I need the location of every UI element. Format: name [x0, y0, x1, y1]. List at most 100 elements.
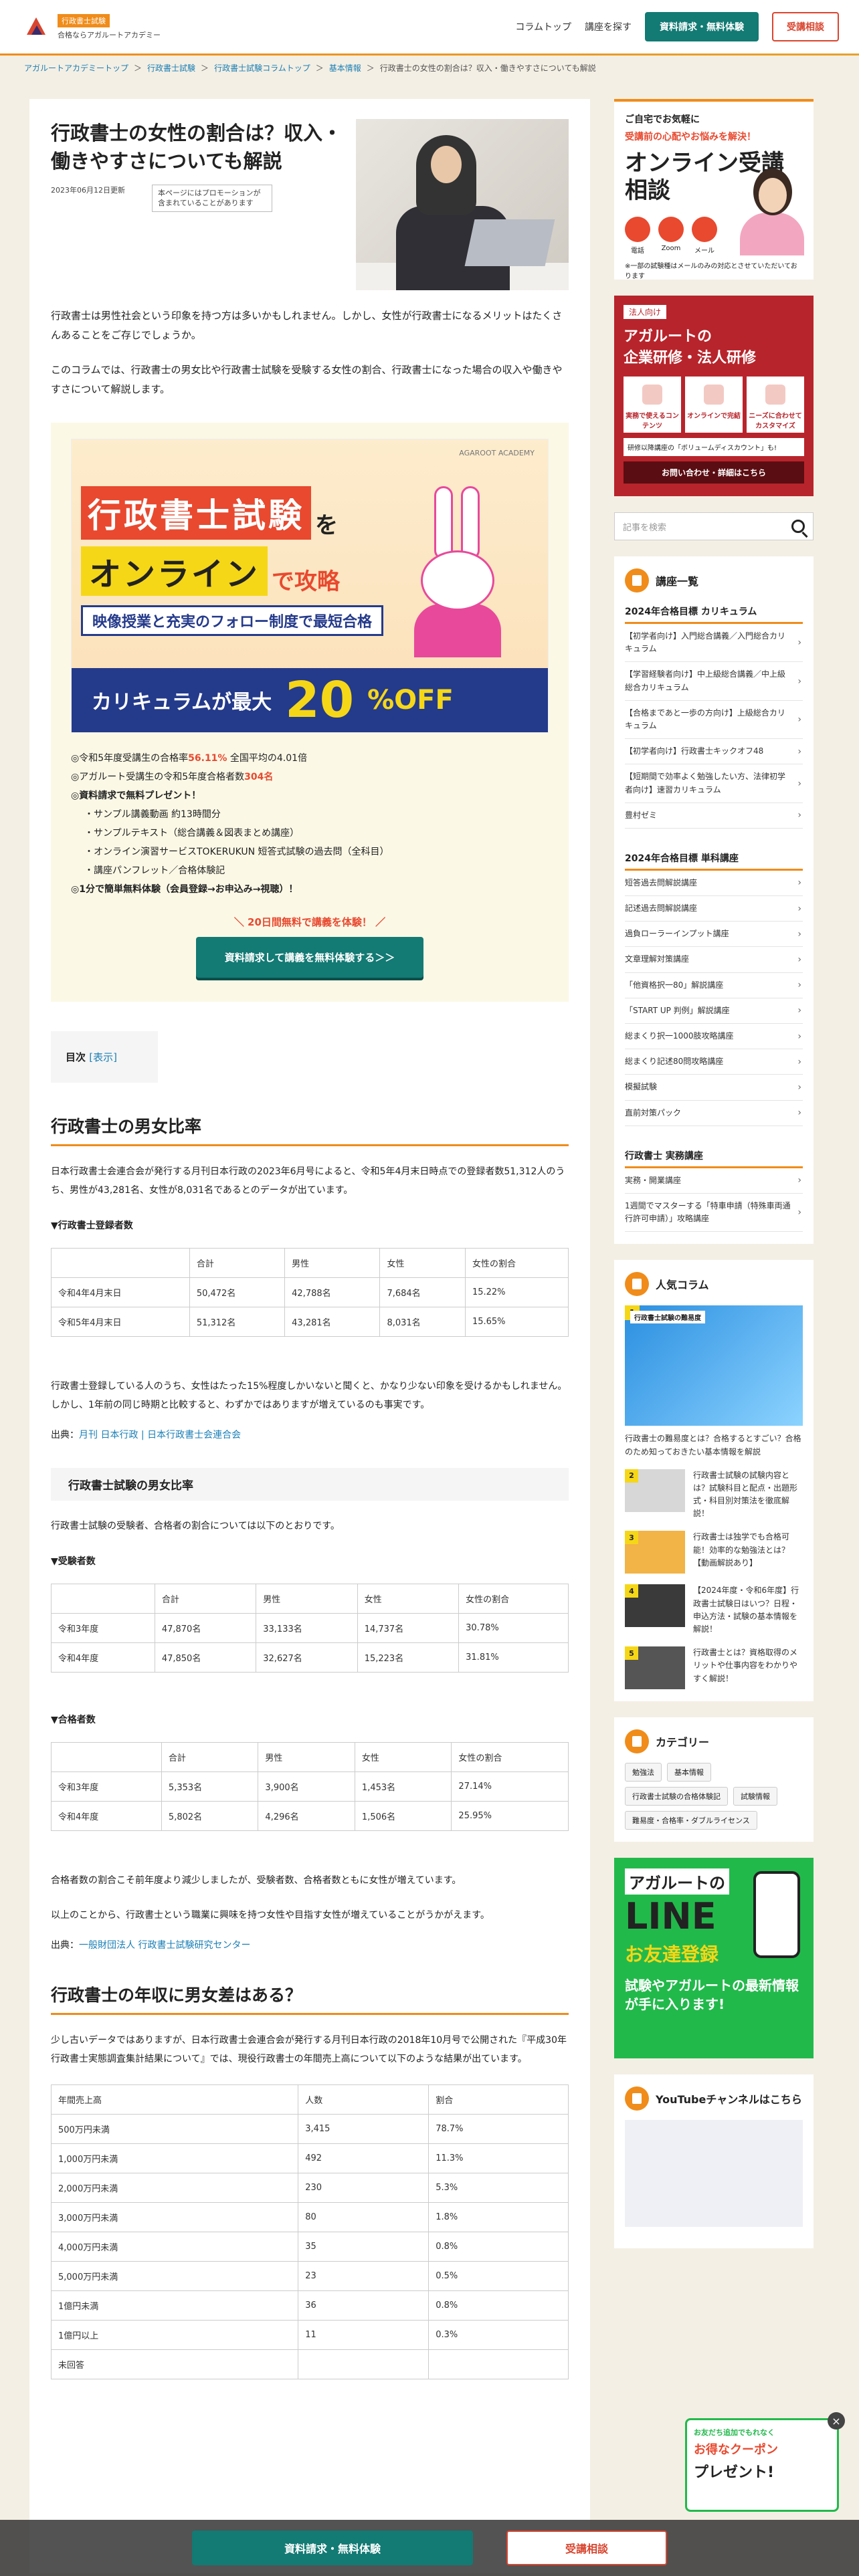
category-tag[interactable]: 試験情報 — [733, 1787, 777, 1806]
breadcrumb-current: 行政書士の女性の割合は？収入・働きやすさについても解説 — [379, 64, 596, 73]
source-link[interactable]: 一般財団法人 行政書士試験研究センター — [79, 1940, 250, 1951]
table-row: 未回答 — [50, 2349, 569, 2379]
table-row: 合計 男性 女性 女性の割合 — [51, 1248, 569, 1278]
course-link[interactable]: 「他資格択一80」解説講座 — [625, 973, 803, 998]
nav-find-course[interactable]: 講座を探す — [585, 20, 632, 33]
course-link[interactable]: 記述過去問解説講座 — [625, 896, 803, 922]
course-link[interactable]: 模擬試験 — [625, 1075, 803, 1101]
course-link[interactable]: 直前対策パック — [625, 1101, 803, 1126]
course-link[interactable]: 【初学者向け】入門総合講義／入門総合カリキュラム — [625, 624, 803, 663]
nav-column-top[interactable]: コラムトップ — [515, 20, 571, 33]
course-link[interactable]: 総まくり択一1000肢攻略講座 — [625, 1024, 803, 1050]
line-friend-banner[interactable]: アガルートの LINE お友達登録 試験やアガルートの最新情報が手に入ります! — [614, 1858, 814, 2059]
category-tag[interactable]: 基本情報 — [667, 1763, 711, 1782]
breadcrumb-item[interactable]: 行政書士試験 — [147, 62, 195, 74]
table-row: 令和4年度 5,802名 4,296名 1,506名 25.95% — [51, 1801, 569, 1831]
table-row: 3,000万円未満 80 1.8% — [50, 2202, 569, 2232]
consultant-illustration — [740, 169, 804, 255]
online-consult-banner[interactable]: ご自宅でお気軽に 受講前の心配やお悩みを解決！ オンライン受講相談 電話 Zoo… — [614, 99, 814, 280]
course-link[interactable]: 過負ローラーインプット講座 — [625, 922, 803, 948]
lead-paragraph: このコラムでは、行政書士の男女比や行政書士試験を受験する女性の割合、行政書士にな… — [51, 364, 563, 395]
table-row: 2,000万円未満 230 5.3% — [50, 2173, 569, 2203]
mail-icon — [692, 216, 717, 242]
ad-banner[interactable]: AGAROOT ACADEMY 行政書士試験 を オンライン で攻略 映像授業と… — [71, 439, 549, 733]
search-icon[interactable] — [791, 520, 805, 533]
course-link[interactable]: 文章理解対策講座 — [625, 947, 803, 973]
popular-column-item[interactable]: 5 行政書士とは？資格取得のメリットや仕事内容をわかりやすく解説！ — [625, 1646, 803, 1690]
fixed-request-button[interactable]: 資料請求・無料体験 — [192, 2531, 473, 2565]
table-row: 令和5年4月末日 51,312名 43,281名 8,031名 15.65% — [51, 1307, 569, 1337]
breadcrumb: アガルートアカデミートップ＞ 行政書士試験＞ 行政書士試験コラムトップ＞ 基本情… — [24, 62, 596, 74]
feature-box: 実務で使えるコンテンツ — [624, 377, 681, 433]
breadcrumb-item[interactable]: 基本情報 — [329, 62, 361, 74]
lead-paragraph: 行政書士は男性社会という印象を持つ方は多いかもしれません。しかし、女性が行政書士… — [51, 310, 563, 341]
course-ad: AGAROOT ACADEMY 行政書士試験 を オンライン で攻略 映像授業と… — [51, 423, 569, 1002]
breadcrumb-item[interactable]: アガルートアカデミートップ — [24, 62, 128, 74]
phone-icon — [625, 216, 650, 242]
category-tag[interactable]: 行政書士試験の合格体験記 — [625, 1787, 728, 1806]
course-link[interactable]: 【短期間で効率よく勉強したい方、法律初学者向け】速習カリキュラム — [625, 764, 803, 803]
ad-discount-number: 20 — [285, 671, 355, 729]
registrants-table: 合計 男性 女性 女性の割合 令和4年4月末日 50,472名 42,788名 7,684名… — [51, 1248, 569, 1337]
category-tag[interactable]: 勉強法 — [625, 1763, 662, 1782]
updated-date: 2023年06月12日更新 — [51, 186, 125, 195]
rabbit-mascot-icon — [407, 486, 508, 657]
ad-free-trial-button[interactable]: 資料請求して講義を無料体験する＞＞ — [196, 937, 423, 978]
section-heading: 行政書士の年収に男女差はある？ — [51, 1982, 569, 2015]
table-row: 1億円以上 11 0.3% — [50, 2320, 569, 2350]
agaroot-logo: AGAROOT ACADEMY — [459, 449, 535, 457]
popular-column-thumb: 5 — [625, 1646, 685, 1690]
ad-benefit-item: ◎アガルート受講生の令和5年度合格者数304名 — [71, 772, 274, 782]
popular-column-item[interactable]: 4 【2024年度・令和6年度】行政書士試験日はいつ？日程・申込方法・試験の基本… — [625, 1584, 803, 1636]
course-link[interactable]: 「START UP 判例」解説講座 — [625, 998, 803, 1024]
youtube-icon — [625, 2086, 649, 2111]
logo-mark-icon — [20, 13, 52, 40]
course-link[interactable]: 【合格まであと一歩の方向け】上級総合カリキュラム — [625, 701, 803, 740]
table-row: 令和3年度 5,353名 3,900名 1,453名 27.14% — [51, 1772, 569, 1802]
close-icon[interactable]: × — [828, 2412, 845, 2430]
search-input[interactable]: 記事を検索 — [623, 520, 666, 533]
ad-benefits: ◎令和5年度受講生の合格率56.11% 全国平均の4.01倍 ◎アガルート受講生… — [71, 749, 549, 899]
youtube-box: YouTubeチャンネルはこちら — [614, 2074, 814, 2249]
fixed-consult-button[interactable]: 受講相談 — [506, 2531, 667, 2565]
popular-column-item[interactable]: 3 行政書士は独学でも合格可能！効率的な勉強法とは？【動画解説あり】 — [625, 1531, 803, 1574]
video-icon — [658, 216, 684, 242]
popular-column-item[interactable]: 2 行政書士試験の試験内容とは？試験科目と配点・出題形式・科目別対策法を徹底解説… — [625, 1469, 803, 1521]
examinees-table: 合計 男性 女性 女性の割合 令和3年度 47,870名 33,133名 14,737名 30… — [51, 1584, 569, 1673]
ad-title-red: 行政書士試験 — [81, 486, 311, 540]
table-row: 5,000万円未満 23 0.5% — [50, 2261, 569, 2291]
crown-icon — [625, 1272, 649, 1297]
popular-column-link[interactable]: 行政書士の難易度とは？合格するとすごい？合格のため知っておきたい基本情報を解説 — [625, 1432, 803, 1458]
course-link[interactable]: 実務・開業講座 — [625, 1168, 803, 1194]
source-link[interactable]: 月刊 日本行政 | 日本行政書士会連合会 — [79, 1430, 241, 1440]
header-consult-button[interactable]: 受講相談 — [772, 12, 839, 41]
sidebar: ご自宅でお気軽に 受講前の心配やお悩みを解決！ オンライン受講相談 電話 Zoo… — [614, 99, 814, 2573]
corporate-contact-button[interactable]: お問い合わせ・詳細はこちら — [624, 461, 804, 484]
ad-discount-text: カリキュラムが最大 — [92, 691, 272, 714]
search-box[interactable]: 記事を検索 — [614, 512, 814, 540]
course-link[interactable]: 1週間でマスターする「特車申請（特殊車両通行許可申請）」攻略講座 — [625, 1194, 803, 1232]
course-link[interactable]: 豊村ゼミ — [625, 803, 803, 829]
toc-toggle[interactable]: [表示] — [89, 1051, 117, 1063]
table-of-contents: 目次 [表示] — [51, 1031, 158, 1083]
popular-column-thumb[interactable]: 1 行政書士試験の難易度 — [625, 1305, 803, 1426]
breadcrumb-item[interactable]: 行政書士試験コラムトップ — [214, 62, 310, 74]
corporate-training-banner[interactable]: 法人向け アガルートの 企業研修・法人研修 実務で使えるコンテンツ オンラインで… — [614, 296, 814, 496]
logo[interactable]: 行政書士試験 合格ならアガルートアカデミー — [20, 13, 161, 40]
line-coupon-popup[interactable]: × お友だち追加でもれなく お得なクーポン プレゼント! — [685, 2412, 845, 2512]
course-link[interactable]: 総まくり記述80問攻略講座 — [625, 1049, 803, 1075]
header-request-button[interactable]: 資料請求・無料体験 — [645, 12, 759, 41]
course-list: 講座一覧 2024年合格目標 カリキュラム 【初学者向け】入門総合講義／入門総合… — [614, 556, 814, 1245]
category-tag[interactable]: 難易度・合格率・ダブルライセンス — [625, 1811, 757, 1830]
course-link[interactable]: 短答過去問解説講座 — [625, 871, 803, 897]
category-box: カテゴリー 勉強法 基本情報 行政書士試験の合格体験記 試験情報 難易度・合格率… — [614, 1717, 814, 1842]
section-heading: 行政書士の男女比率 — [51, 1113, 569, 1146]
site-header: 行政書士試験 合格ならアガルートアカデミー コラムトップ 講座を探す 資料請求・… — [0, 0, 859, 53]
table-row: 500万円未満 3,415 78.7% — [50, 2114, 569, 2144]
youtube-thumbnail[interactable] — [625, 2120, 803, 2228]
table-row: 令和3年度 47,870名 33,133名 14,737名 30.78% — [51, 1613, 569, 1643]
table-row: 1,000万円未満 492 11.3% — [50, 2143, 569, 2173]
popular-column-thumb: 2 — [625, 1469, 685, 1512]
course-link[interactable]: 【学習経験者向け】中上級総合講義／中上級総合カリキュラム — [625, 662, 803, 701]
course-link[interactable]: 【初学者向け】行政書士キックオフ48 — [625, 739, 803, 765]
